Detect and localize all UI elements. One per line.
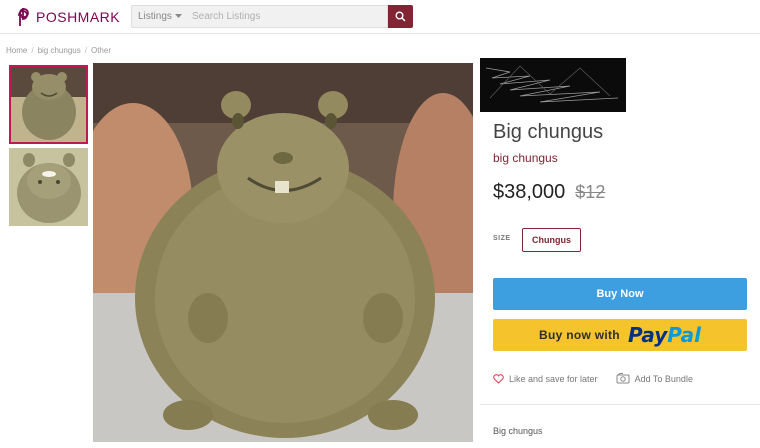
- listing-description: Big chungus: [493, 426, 543, 436]
- add-to-bundle-button[interactable]: Add To Bundle: [616, 373, 693, 384]
- heart-icon: [493, 373, 504, 384]
- thumbnail-image: [9, 148, 88, 226]
- poshmark-logo-icon: [18, 8, 29, 26]
- size-chip[interactable]: Chungus: [522, 228, 581, 252]
- search-button[interactable]: [388, 5, 413, 28]
- price-row: $38,000 $12: [493, 181, 605, 204]
- poshmark-logo[interactable]: POSHMARK: [14, 7, 120, 27]
- search-category-select[interactable]: Listings: [131, 5, 187, 28]
- seller-banner-image: [480, 58, 626, 112]
- search-bar: Listings: [131, 5, 413, 28]
- like-label: Like and save for later: [509, 373, 598, 384]
- original-price: $12: [575, 182, 606, 202]
- breadcrumb-home[interactable]: Home: [6, 46, 27, 55]
- breadcrumb: Home / big chungus / Other: [6, 46, 111, 55]
- listing-title: Big chungus: [493, 121, 604, 143]
- product-photo: [93, 63, 473, 442]
- breadcrumb-separator: /: [31, 46, 34, 55]
- search-icon: [395, 11, 406, 22]
- buy-now-button[interactable]: Buy Now: [493, 278, 747, 310]
- top-nav: POSHMARK Listings: [0, 0, 760, 34]
- breadcrumb-separator: /: [84, 46, 87, 55]
- breadcrumb-brand[interactable]: big chungus: [38, 46, 81, 55]
- bundle-label: Add To Bundle: [634, 373, 693, 384]
- size-label: SIZE: [493, 235, 511, 242]
- search-category-label: Listings: [138, 11, 172, 22]
- paypal-button-label: Buy now with: [539, 328, 620, 342]
- search-input[interactable]: [187, 5, 388, 28]
- chevron-down-icon: [174, 14, 182, 18]
- thumbnail-2[interactable]: [9, 148, 88, 226]
- like-button[interactable]: Like and save for later: [493, 373, 598, 384]
- listing-actions: Like and save for later Add To Bundle: [493, 373, 693, 384]
- listing-price: $38,000: [493, 181, 566, 203]
- thumbnail-1[interactable]: [9, 65, 88, 144]
- divider: [480, 404, 760, 405]
- bundle-icon: [616, 373, 630, 384]
- listing-brand-link[interactable]: big chungus: [493, 151, 558, 165]
- breadcrumb-category[interactable]: Other: [91, 46, 111, 55]
- redacted-scribble: [480, 58, 626, 112]
- logo-text: POSHMARK: [36, 9, 121, 25]
- paypal-button[interactable]: Buy now with PayPal: [493, 319, 747, 351]
- thumbnail-image: [11, 67, 86, 142]
- paypal-logo: PayPal: [628, 323, 701, 347]
- paypal-logo-pay: Pay: [627, 323, 668, 347]
- paypal-logo-pal: Pal: [667, 323, 701, 347]
- main-product-image[interactable]: [93, 63, 473, 442]
